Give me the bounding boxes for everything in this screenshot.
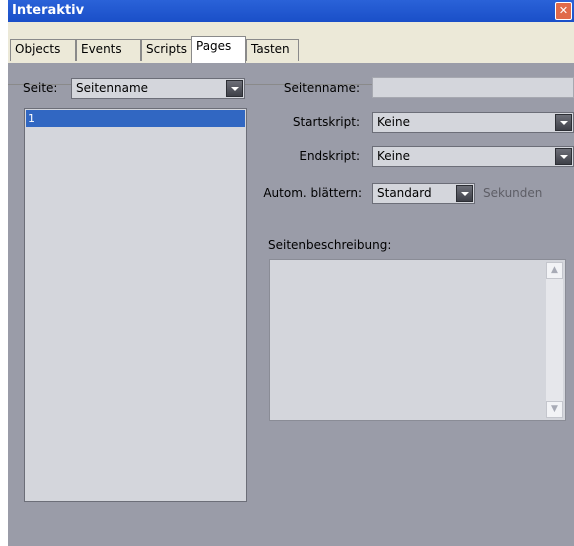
startskript-select[interactable]: Keine bbox=[372, 112, 574, 133]
sekunden-label: Sekunden bbox=[483, 186, 543, 200]
tab-strip: Objects Events Scripts Pages Tasten bbox=[8, 22, 574, 85]
seitenname-field[interactable] bbox=[372, 77, 574, 98]
startskript-value: Keine bbox=[377, 115, 410, 129]
seitenname-label: Seitenname: bbox=[283, 81, 360, 95]
interaktiv-window: Interaktiv ✕ Objects Events Scripts Page… bbox=[8, 0, 574, 546]
seitenbeschreibung-textarea[interactable]: ▲ ▼ bbox=[269, 259, 566, 421]
startskript-label: Startskript: bbox=[292, 115, 360, 129]
chevron-down-icon[interactable] bbox=[555, 148, 572, 165]
scroll-up-icon[interactable]: ▲ bbox=[546, 262, 563, 279]
seitenbeschreibung-label: Seitenbeschreibung: bbox=[268, 238, 392, 252]
chevron-down-icon[interactable] bbox=[555, 114, 572, 131]
page-list[interactable]: 1 bbox=[24, 108, 247, 502]
scroll-down-icon[interactable]: ▼ bbox=[546, 401, 563, 418]
page-label: Seite: bbox=[23, 81, 58, 95]
chevron-down-icon[interactable] bbox=[456, 185, 473, 202]
title-bar[interactable]: Interaktiv ✕ bbox=[8, 0, 574, 22]
close-icon[interactable]: ✕ bbox=[555, 2, 572, 20]
endskript-value: Keine bbox=[377, 149, 410, 163]
page-combo-value: Seitenname bbox=[76, 81, 149, 95]
tab-events[interactable]: Events bbox=[76, 39, 141, 61]
auto-blaettern-value: Standard bbox=[377, 186, 432, 200]
auto-blaettern-select[interactable]: Standard bbox=[372, 183, 475, 204]
tab-tasten[interactable]: Tasten bbox=[246, 39, 299, 61]
window-title: Interaktiv bbox=[12, 3, 85, 18]
page-combo[interactable]: Seitenname bbox=[71, 78, 245, 99]
endskript-label: Endskript: bbox=[299, 149, 360, 163]
endskript-select[interactable]: Keine bbox=[372, 146, 574, 167]
list-item[interactable]: 1 bbox=[26, 110, 245, 127]
tab-pages[interactable]: Pages bbox=[191, 36, 246, 63]
chevron-down-icon[interactable] bbox=[226, 80, 243, 97]
tab-objects[interactable]: Objects bbox=[10, 39, 76, 61]
vertical-scrollbar[interactable]: ▲ ▼ bbox=[546, 262, 563, 418]
auto-blaettern-label: Autom. blättern: bbox=[263, 186, 362, 200]
